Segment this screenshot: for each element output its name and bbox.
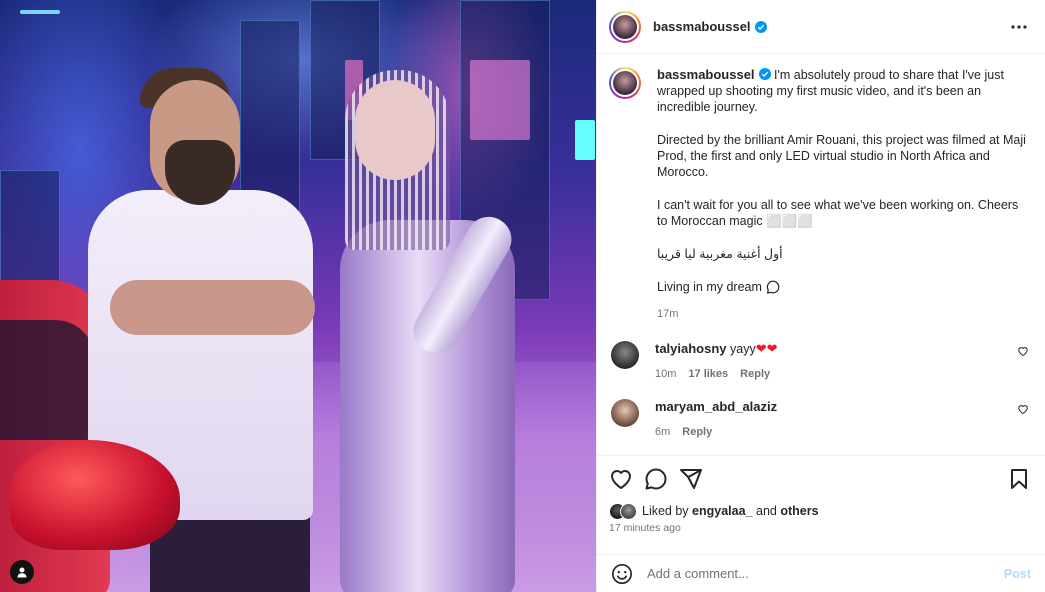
share-send-icon[interactable] [679,467,703,491]
caption: bassmaboussel I'm absolutely proud to sh… [609,67,1031,322]
caption-text-3: I can't wait for you all to see what we'… [657,198,1019,228]
author-avatar[interactable] [609,10,641,43]
post-side-panel: bassmaboussel bassmaboussel I'm absolute… [596,0,1045,592]
reply-button[interactable]: Reply [740,368,770,380]
car-window [0,320,95,440]
comment-time: 6m [655,426,671,438]
caption-text-2: Directed by the brilliant Amir Rouani, t… [657,133,1026,179]
add-comment-bar: Post [597,554,1045,592]
comment-like-heart-icon[interactable] [1017,345,1029,357]
comments-section[interactable]: bassmaboussel I'm absolutely proud to sh… [597,55,1045,455]
user-icon [17,567,27,578]
post-actions: Liked by engyalaa_ and others 17 minutes… [597,455,1045,534]
post-header: bassmaboussel [597,0,1045,54]
tagged-users-button[interactable] [10,560,34,584]
comment-time: 10m [655,368,677,380]
comment-text: yayy [730,342,756,356]
post-comment-button[interactable]: Post [1004,567,1031,581]
liked-by-others[interactable]: others [780,504,818,518]
caption-author-avatar[interactable] [609,67,641,99]
neon-light [20,10,60,14]
comment-likes-count[interactable]: 17 likes [688,368,728,380]
liked-by-user[interactable]: engyalaa_ [692,504,752,518]
caption-text-living: Living in my dream [657,280,762,294]
more-options-button[interactable] [1007,15,1031,39]
verified-badge-icon [754,20,767,33]
speech-bubble-icon [766,280,780,294]
save-bookmark-icon[interactable] [1007,467,1031,491]
commenter-username[interactable]: maryam_abd_alaziz [655,399,777,414]
verified-badge-icon [758,68,771,80]
post-timestamp[interactable]: 17 minutes ago [609,522,1031,534]
comment-like-heart-icon[interactable] [1017,403,1029,415]
comment-icon[interactable] [644,467,668,491]
post-image[interactable] [0,0,596,592]
caption-author-username[interactable]: bassmaboussel [657,67,755,82]
reply-button[interactable]: Reply [682,426,712,438]
liked-by-and: and [756,504,777,518]
comment: talyiahosny yayy❤❤ 10m 17 likes Reply [609,341,1031,380]
commenter-avatar[interactable] [611,341,639,369]
author-username[interactable]: bassmaboussel [653,19,751,34]
caption-arabic-text: أول أغنية مغربية ليا قريبا [657,247,783,261]
more-icon [1011,24,1027,29]
emoji-icon[interactable] [611,563,633,585]
liked-by-prefix: Liked by [642,504,689,518]
background-building [0,170,60,290]
commenter-avatar[interactable] [611,399,639,427]
comment: maryam_abd_alaziz 6m Reply [609,399,1031,438]
red-hearts-emoji: ❤❤ [755,341,778,356]
commenter-username[interactable]: talyiahosny [655,341,727,356]
liker-avatars[interactable] [609,502,637,520]
caption-time: 17m [657,308,679,320]
comment-input[interactable] [647,566,1004,581]
man-crossed-arms [110,280,315,335]
liked-by: Liked by engyalaa_ and others [609,502,1031,520]
like-heart-icon[interactable] [609,467,633,491]
neon-light [575,120,595,160]
woman-face [355,80,435,180]
neon-sign [470,60,530,140]
